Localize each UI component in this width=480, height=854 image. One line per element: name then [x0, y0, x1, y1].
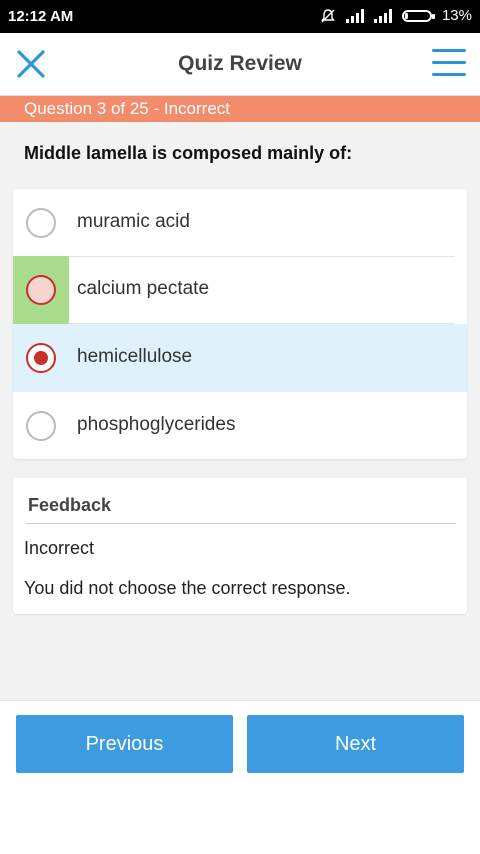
- signal-icon: [373, 8, 392, 23]
- bottom-navigation: Previous Next: [0, 700, 480, 789]
- battery-icon: [401, 9, 435, 22]
- app-bar: Quiz Review: [0, 33, 480, 96]
- radio-button-icon[interactable]: [26, 411, 56, 441]
- feedback-result: Incorrect: [24, 538, 95, 558]
- radio-button-icon[interactable]: [26, 275, 56, 305]
- radio-button-icon[interactable]: [26, 208, 56, 238]
- feedback-card: Feedback Incorrect You did not choose th…: [13, 478, 467, 614]
- question-status-banner: Question 3 of 25 - Incorrect: [0, 96, 480, 122]
- status-icons: 13%: [320, 7, 472, 24]
- answer-option[interactable]: muramic acid: [13, 189, 467, 257]
- notifications-off-icon: [321, 8, 335, 22]
- next-button[interactable]: Next: [247, 715, 464, 773]
- answer-options: muramic acid calcium pectate hemicellulo…: [13, 189, 467, 459]
- page-title: Quiz Review: [178, 52, 302, 75]
- signal-icon: [345, 8, 364, 23]
- radio-button-checked-icon[interactable]: [26, 343, 56, 373]
- status-time: 12:12 AM: [8, 8, 74, 25]
- answer-option-label: muramic acid: [77, 211, 190, 232]
- answer-option-correct[interactable]: calcium pectate: [13, 256, 467, 324]
- hamburger-menu-icon[interactable]: [432, 49, 466, 79]
- feedback-message: You did not choose the correct response.: [24, 578, 351, 598]
- answer-option-label: calcium pectate: [77, 278, 210, 299]
- feedback-heading: Feedback: [28, 495, 112, 515]
- previous-button[interactable]: Previous: [16, 715, 233, 773]
- question-text: Middle lamella is composed mainly of:: [24, 143, 353, 163]
- divider: [26, 523, 456, 524]
- answer-option-selected[interactable]: hemicellulose: [13, 324, 467, 392]
- battery-percent: 13%: [441, 7, 472, 24]
- answer-option-label: hemicellulose: [77, 346, 193, 367]
- bottom-spacer: [0, 788, 480, 854]
- status-bar: 12:12 AM 13%: [0, 0, 480, 33]
- answer-option-label: phosphoglycerides: [77, 414, 236, 435]
- question-status-text: Question 3 of 25 - Incorrect: [24, 99, 230, 118]
- answer-option[interactable]: phosphoglycerides: [13, 392, 467, 460]
